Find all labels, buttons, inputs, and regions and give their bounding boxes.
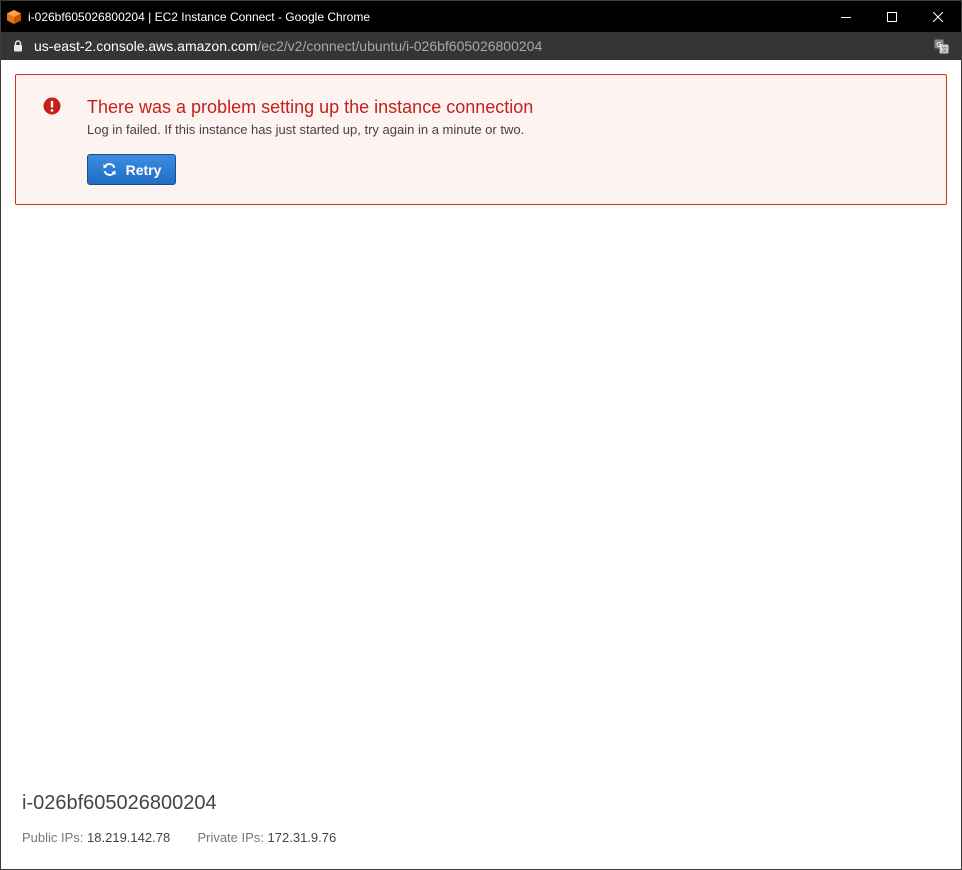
minimize-button[interactable] [823, 1, 869, 32]
maximize-icon [887, 11, 897, 22]
title-bar: i-026bf605026800204 | EC2 Instance Conne… [1, 1, 961, 32]
address-bar[interactable]: us-east-2.console.aws.amazon.com/ec2/v2/… [1, 32, 961, 60]
url-path: /ec2/v2/connect/ubuntu/i-026bf6050268002… [257, 38, 543, 54]
close-icon [933, 11, 943, 22]
svg-text:文: 文 [941, 46, 947, 54]
private-ips-value: 172.31.9.76 [267, 830, 337, 845]
maximize-button[interactable] [869, 1, 915, 32]
url-host: us-east-2.console.aws.amazon.com [34, 38, 258, 54]
retry-button[interactable]: Retry [87, 154, 176, 185]
url-text[interactable]: us-east-2.console.aws.amazon.com/ec2/v2/… [34, 38, 933, 54]
public-ips-value: 18.219.142.78 [87, 830, 171, 845]
alert-title: There was a problem setting up the insta… [87, 97, 534, 117]
error-alert: There was a problem setting up the insta… [15, 74, 947, 205]
public-ips-label: Public IPs: [22, 830, 84, 845]
ip-info: Public IPs: 18.219.142.78 Private IPs: 1… [22, 830, 336, 845]
error-circle-icon [43, 97, 61, 115]
browser-window: i-026bf605026800204 | EC2 Instance Conne… [0, 0, 962, 870]
window-controls [823, 1, 961, 32]
page-content: There was a problem setting up the insta… [1, 60, 961, 869]
translate-icon[interactable]: G 文 [933, 38, 949, 54]
refresh-icon [102, 162, 117, 177]
lock-icon[interactable] [13, 39, 25, 53]
instance-id: i-026bf605026800204 [22, 792, 217, 814]
window-title: i-026bf605026800204 | EC2 Instance Conne… [28, 9, 371, 24]
private-ips-label: Private IPs: [197, 830, 264, 845]
close-button[interactable] [915, 1, 961, 32]
minimize-icon [841, 16, 851, 18]
aws-cube-icon [6, 9, 22, 25]
alert-message: Log in failed. If this instance has just… [87, 122, 525, 137]
retry-label: Retry [125, 161, 162, 178]
